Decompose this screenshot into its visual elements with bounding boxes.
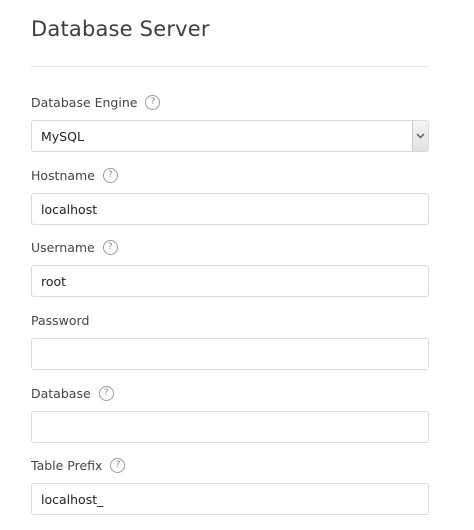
database-engine-value: MySQL xyxy=(41,128,84,144)
field-password: Password xyxy=(31,310,429,370)
table-prefix-input[interactable]: localhost_ xyxy=(31,483,429,515)
hostname-input[interactable]: localhost xyxy=(31,193,429,225)
hostname-label: Hostname xyxy=(31,167,95,183)
username-input[interactable]: root xyxy=(31,265,429,297)
chevron-down-icon[interactable] xyxy=(412,121,428,151)
section-title: Database Server xyxy=(31,17,210,41)
help-icon[interactable]: ? xyxy=(102,239,118,255)
field-database: Database ? xyxy=(31,383,429,443)
table-prefix-label: Table Prefix xyxy=(31,457,103,473)
field-database-engine: Database Engine ? MySQL xyxy=(31,92,429,152)
database-engine-label: Database Engine xyxy=(31,94,138,110)
field-username: Username ? root xyxy=(31,237,429,297)
field-table-prefix: Table Prefix ? localhost_ xyxy=(31,455,429,515)
help-icon[interactable]: ? xyxy=(98,385,114,401)
database-input[interactable] xyxy=(31,411,429,443)
database-engine-select[interactable]: MySQL xyxy=(31,120,429,152)
help-icon[interactable]: ? xyxy=(102,167,118,183)
database-label: Database xyxy=(31,385,91,401)
username-label: Username xyxy=(31,239,95,255)
field-hostname: Hostname ? localhost xyxy=(31,165,429,225)
help-icon[interactable]: ? xyxy=(145,94,161,110)
password-input[interactable] xyxy=(31,338,429,370)
section-divider xyxy=(31,66,429,67)
help-icon[interactable]: ? xyxy=(110,457,126,473)
password-label: Password xyxy=(31,312,90,328)
